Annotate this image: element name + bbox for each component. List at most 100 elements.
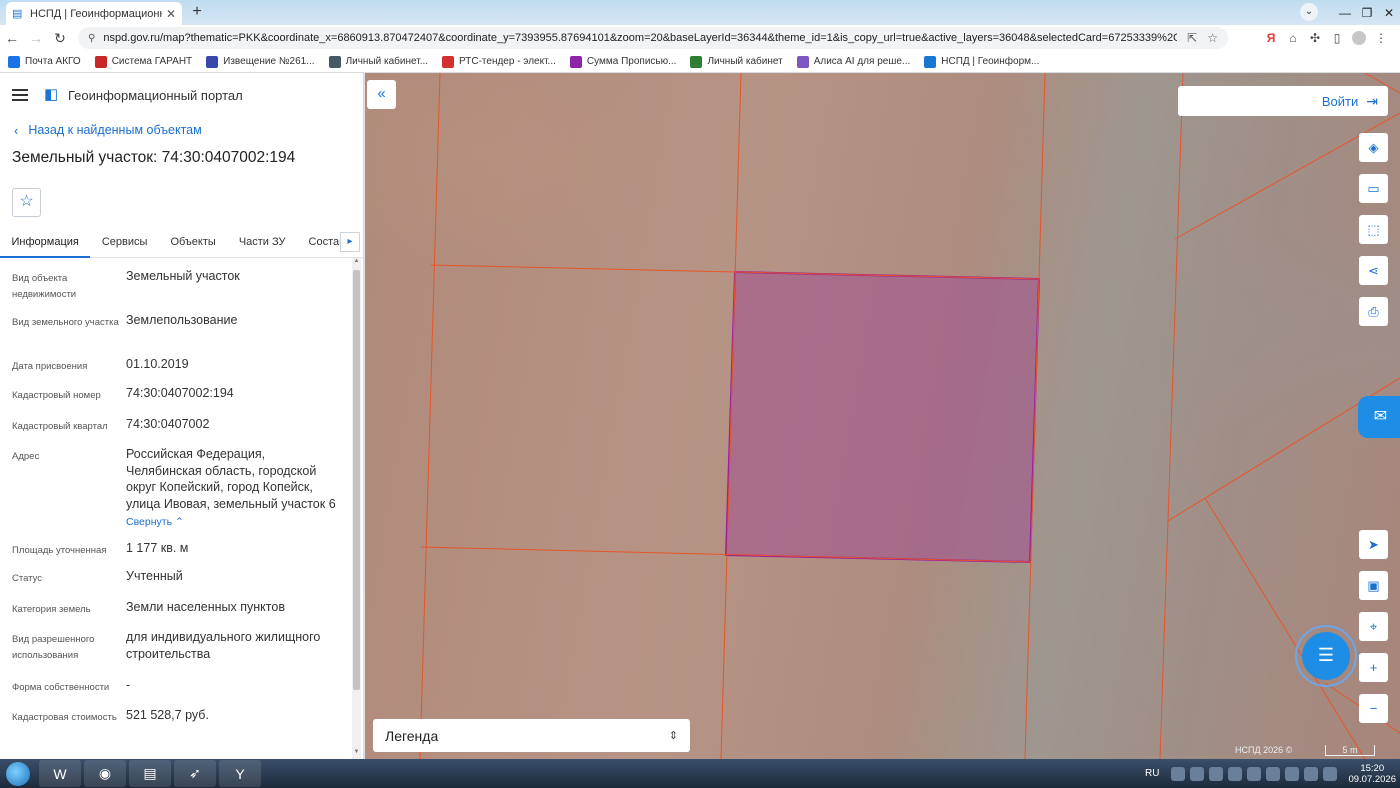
home-extension-icon[interactable]: ⌂ — [1282, 31, 1304, 45]
select-area-icon: ⬚ — [1367, 222, 1380, 237]
property-key: Форма собственности — [12, 682, 110, 693]
legend-label: Легенда — [385, 727, 439, 744]
select-area-button[interactable]: ⬚ — [1359, 215, 1388, 244]
property-row: Вид разрешенного использования для индив… — [0, 629, 352, 677]
bookmark-label: Алиса AI для реше... — [813, 56, 911, 67]
bookmark-item[interactable]: Система ГАРАНТ — [94, 55, 192, 68]
property-value: 521 528,7 руб. — [126, 708, 209, 722]
chrome-app[interactable]: ◉ — [84, 760, 126, 787]
minimize-icon[interactable]: — — [1334, 6, 1356, 20]
property-row: Категория земель Земли населенных пункто… — [0, 599, 352, 629]
bookmark-item[interactable]: Личный кабинет... — [328, 55, 428, 68]
legend-dropdown[interactable]: Легенда ⇕ — [373, 719, 690, 752]
reload-icon[interactable]: ↻ — [48, 30, 72, 47]
collapse-panel-button[interactable]: « — [367, 80, 396, 109]
bookmark-item[interactable]: Почта АКГО — [8, 55, 81, 68]
windows-logo-icon — [6, 761, 30, 786]
bookmark-item[interactable]: Извещение №261... — [206, 55, 315, 68]
word-app[interactable]: W — [39, 760, 81, 787]
rocket-app[interactable]: ➶ — [174, 760, 216, 787]
back-link-label: Назад к найденным объектам — [28, 123, 202, 137]
new-tab-button[interactable]: + — [188, 4, 206, 22]
scrollbar-thumb[interactable] — [353, 270, 360, 690]
info-tabs: Информация Сервисы Объекты Части ЗУ Сост… — [0, 227, 363, 258]
panel-scrollbar[interactable]: ▲ ▼ — [352, 258, 361, 759]
network-icon[interactable] — [1304, 766, 1319, 781]
zoom-in-button[interactable]: + — [1359, 653, 1388, 682]
property-value: 01.10.2019 — [126, 357, 189, 371]
favorite-star-button[interactable]: ☆ — [12, 188, 41, 217]
parcel-title: Земельный участок: 74:30:0407002:194 — [12, 149, 296, 166]
explorer-app[interactable]: ▤ — [129, 760, 171, 787]
site-info-icon[interactable]: ⚲ — [88, 33, 95, 44]
tab-services[interactable]: Сервисы — [90, 227, 159, 258]
tab-parts[interactable]: Части ЗУ — [227, 227, 297, 258]
bookmark-item[interactable]: РТС-тендер - элект... — [442, 55, 556, 68]
collapse-address-link[interactable]: Свернуть ⌃ — [126, 514, 340, 531]
restore-icon[interactable]: ❐ — [1356, 6, 1378, 20]
close-window-icon[interactable]: ✕ — [1378, 6, 1400, 20]
property-row: Вид земельного участка Землепользование — [0, 312, 352, 356]
property-value: 1 177 кв. м — [126, 541, 189, 555]
tray-app-icon[interactable] — [1285, 766, 1300, 781]
bookmark-label: НСПД | Геоинформ... — [941, 56, 1040, 67]
profile-avatar-icon[interactable] — [1352, 31, 1366, 45]
tab-search-icon[interactable]: ⌄ — [1300, 3, 1318, 21]
back-to-results-link[interactable]: ‹ Назад к найденным объектам — [0, 117, 363, 143]
address-bar[interactable]: ⚲ nspd.gov.ru/map?thematic=PKK&coordinat… — [78, 27, 1228, 49]
bookmark-item[interactable]: Сумма Прописью... — [569, 55, 676, 68]
tray-app-icon[interactable] — [1190, 766, 1205, 781]
selected-parcel-polygon[interactable] — [724, 270, 1041, 564]
tray-app-icon[interactable] — [1171, 766, 1186, 781]
ruler-button[interactable]: ▭ — [1359, 174, 1388, 203]
clock[interactable]: 15:20 09.07.2026 — [1348, 763, 1396, 785]
browser-menu-icon[interactable]: ⋮ — [1370, 31, 1392, 45]
volume-icon[interactable] — [1323, 766, 1338, 781]
window-controls: — ❐ ✕ — [1334, 0, 1400, 25]
bookmark-item[interactable]: Алиса AI для реше... — [796, 55, 911, 68]
basemap-button[interactable]: ▣ — [1359, 571, 1388, 600]
sidebar-icon[interactable]: ▯ — [1326, 31, 1348, 45]
url-text[interactable]: nspd.gov.ru/map?thematic=PKK&coordinate_… — [103, 32, 1177, 44]
share-button[interactable]: ⋖ — [1359, 256, 1388, 285]
bookmark-item[interactable]: Личный кабинет — [690, 55, 783, 68]
print-button[interactable]: ⎙ — [1359, 297, 1388, 326]
share-icon: ⋖ — [1368, 263, 1379, 278]
search-location-button[interactable]: ⌖ — [1359, 612, 1388, 641]
bookmark-item[interactable]: НСПД | Геоинформ... — [924, 55, 1040, 68]
start-button[interactable] — [0, 759, 36, 788]
extensions-puzzle-icon[interactable]: ✣ — [1304, 31, 1326, 45]
back-icon[interactable]: ← — [0, 30, 24, 46]
locate-button[interactable]: ➤ — [1359, 530, 1388, 559]
tab-information[interactable]: Информация — [0, 227, 91, 258]
tray-app-icon[interactable] — [1209, 766, 1224, 781]
tabs-scroll-right-icon[interactable]: ▸ — [340, 232, 360, 252]
bookmark-star-icon[interactable]: ☆ — [1207, 31, 1218, 45]
extensions-area: Я ⌂ ✣ ▯ ⋮ — [1260, 28, 1392, 48]
install-app-icon[interactable]: ⇱ — [1187, 31, 1197, 45]
scroll-up-icon[interactable]: ▲ — [352, 258, 361, 268]
tray-app-icon[interactable] — [1266, 766, 1281, 781]
zoom-out-button[interactable]: − — [1359, 694, 1388, 723]
property-key: Площадь уточненная — [12, 545, 107, 556]
chat-button[interactable]: ☰ — [1302, 632, 1350, 680]
tray-app-icon[interactable] — [1247, 766, 1262, 781]
tab-close-icon[interactable]: ✕ — [166, 7, 176, 21]
tab-objects[interactable]: Объекты — [159, 227, 227, 258]
menu-icon[interactable] — [12, 86, 28, 104]
scroll-down-icon[interactable]: ▼ — [352, 749, 361, 759]
login-button[interactable]: Войти ⇥ — [1178, 86, 1388, 116]
property-key: Статус — [12, 573, 43, 584]
notice-icon — [206, 55, 219, 68]
tray-app-icon[interactable] — [1228, 766, 1243, 781]
cabinet-green-icon — [690, 55, 703, 68]
browser-tab[interactable]: ▤ НСПД | Геоинформационный п ✕ — [6, 2, 182, 25]
yandex-extension-icon[interactable]: Я — [1260, 31, 1282, 45]
forward-icon[interactable]: → — [24, 30, 48, 46]
layers-button[interactable]: ◈ — [1359, 133, 1388, 162]
map-view[interactable]: « Войти ⇥ ◈ ▭ ⬚ ⋖ ⎙ ✉ ➤ ▣ ⌖ + − ☰ Легенд… — [365, 73, 1400, 759]
yandex-app[interactable]: Y — [219, 760, 261, 787]
feedback-widget[interactable]: ✉ — [1358, 396, 1400, 438]
mail-icon — [8, 55, 20, 68]
language-indicator[interactable]: RU — [1145, 768, 1159, 779]
